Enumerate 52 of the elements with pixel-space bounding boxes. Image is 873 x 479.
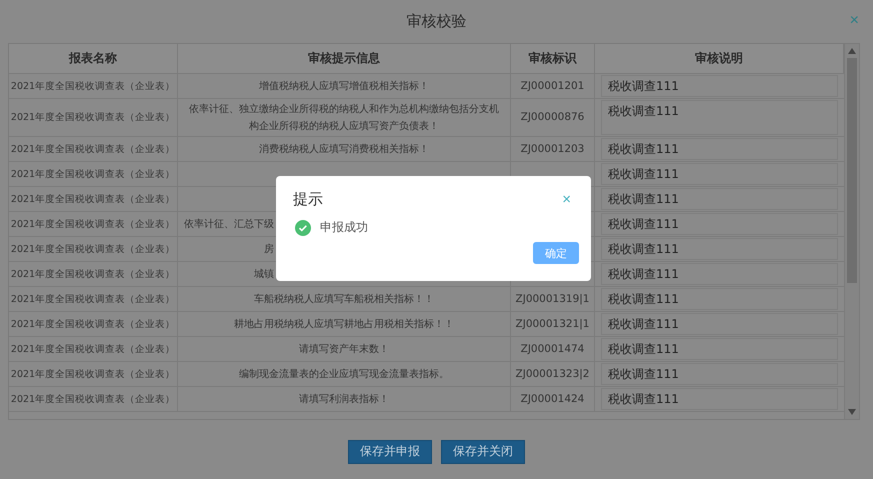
table-cell: 2021年度全国税收调查表（企业表）	[9, 312, 178, 336]
table-cell: 2021年度全国税收调查表（企业表）	[9, 287, 178, 311]
table-cell: ZJ00001203	[511, 137, 595, 161]
table-cell: 2021年度全国税收调查表（企业表）	[9, 262, 178, 286]
remark-field[interactable]: 税收调查111	[601, 388, 838, 410]
table-cell: 车船税纳税人应填写车船税相关指标！！	[178, 287, 511, 311]
dialog-title: 提示	[293, 190, 323, 209]
table-cell: ZJ00000876	[511, 99, 595, 136]
table-cell: 耕地占用税纳税人应填写耕地占用税相关指标！！	[178, 312, 511, 336]
table-cell: 请填写资产年末数！	[178, 337, 511, 361]
remark-field[interactable]: 税收调查111	[601, 238, 838, 260]
table-cell: 增值税纳税人应填写增值税相关指标！	[178, 74, 511, 98]
check-circle-icon	[295, 220, 311, 236]
remark-field[interactable]: 税收调查111	[601, 188, 838, 210]
dialog-title: 审核校验	[406, 12, 466, 31]
scroll-up-icon[interactable]	[848, 48, 856, 54]
table-cell: 2021年度全国税收调查表（企业表）	[9, 162, 178, 186]
action-button[interactable]: 保存并关闭	[441, 440, 525, 464]
table-cell: 2021年度全国税收调查表（企业表）	[9, 212, 178, 236]
close-button[interactable]: ×	[562, 191, 571, 208]
table-cell: ZJ00001474	[511, 337, 595, 361]
table-cell: 消费税纳税人应填写消费税相关指标！	[178, 137, 511, 161]
remark-field[interactable]: 税收调查111	[601, 288, 838, 310]
remark-field[interactable]: 税收调查111	[601, 313, 838, 335]
remark-field[interactable]: 税收调查111	[601, 263, 838, 285]
scroll-down-icon[interactable]	[848, 409, 856, 415]
table-cell: ZJ00001424	[511, 387, 595, 411]
remark-field[interactable]: 税收调查111	[601, 363, 838, 385]
action-button[interactable]: 保存并申报	[348, 440, 432, 464]
table-cell: ZJ00001201	[511, 74, 595, 98]
table-cell: 编制现金流量表的企业应填写现金流量表指标。	[178, 362, 511, 386]
table-cell: 2021年度全国税收调查表（企业表）	[9, 99, 178, 136]
table-cell: 请填写利润表指标！	[178, 387, 511, 411]
table-cell: 2021年度全国税收调查表（企业表）	[9, 187, 178, 211]
table-cell: 依率计征、独立缴纳企业所得税的纳税人和作为总机构缴纳包括分支机构企业所得税的纳税人应填写资产负债表！	[178, 99, 511, 136]
table-cell: ZJ00001321|1	[511, 312, 595, 336]
remark-field[interactable]: 税收调查111	[601, 213, 838, 235]
table-cell: ZJ00001323|2	[511, 362, 595, 386]
table-cell: 2021年度全国税收调查表（企业表）	[9, 362, 178, 386]
table-cell: 2021年度全国税收调查表（企业表）	[9, 337, 178, 361]
message-text: 申报成功	[320, 219, 368, 236]
remark-field[interactable]: 税收调查111	[601, 163, 838, 185]
remark-field[interactable]: 税收调查111	[601, 338, 838, 360]
table-cell: 2021年度全国税收调查表（企业表）	[9, 237, 178, 261]
table-cell: 2021年度全国税收调查表（企业表）	[9, 137, 178, 161]
table-cell: ZJ00001319|1	[511, 287, 595, 311]
table-cell: 2021年度全国税收调查表（企业表）	[9, 387, 178, 411]
remark-field[interactable]: 税收调查111	[601, 100, 838, 135]
scrollbar[interactable]	[844, 44, 859, 419]
table-cell: 2021年度全国税收调查表（企业表）	[9, 74, 178, 98]
remark-field[interactable]: 税收调查111	[601, 138, 838, 160]
remark-field[interactable]: 税收调查111	[601, 75, 838, 97]
